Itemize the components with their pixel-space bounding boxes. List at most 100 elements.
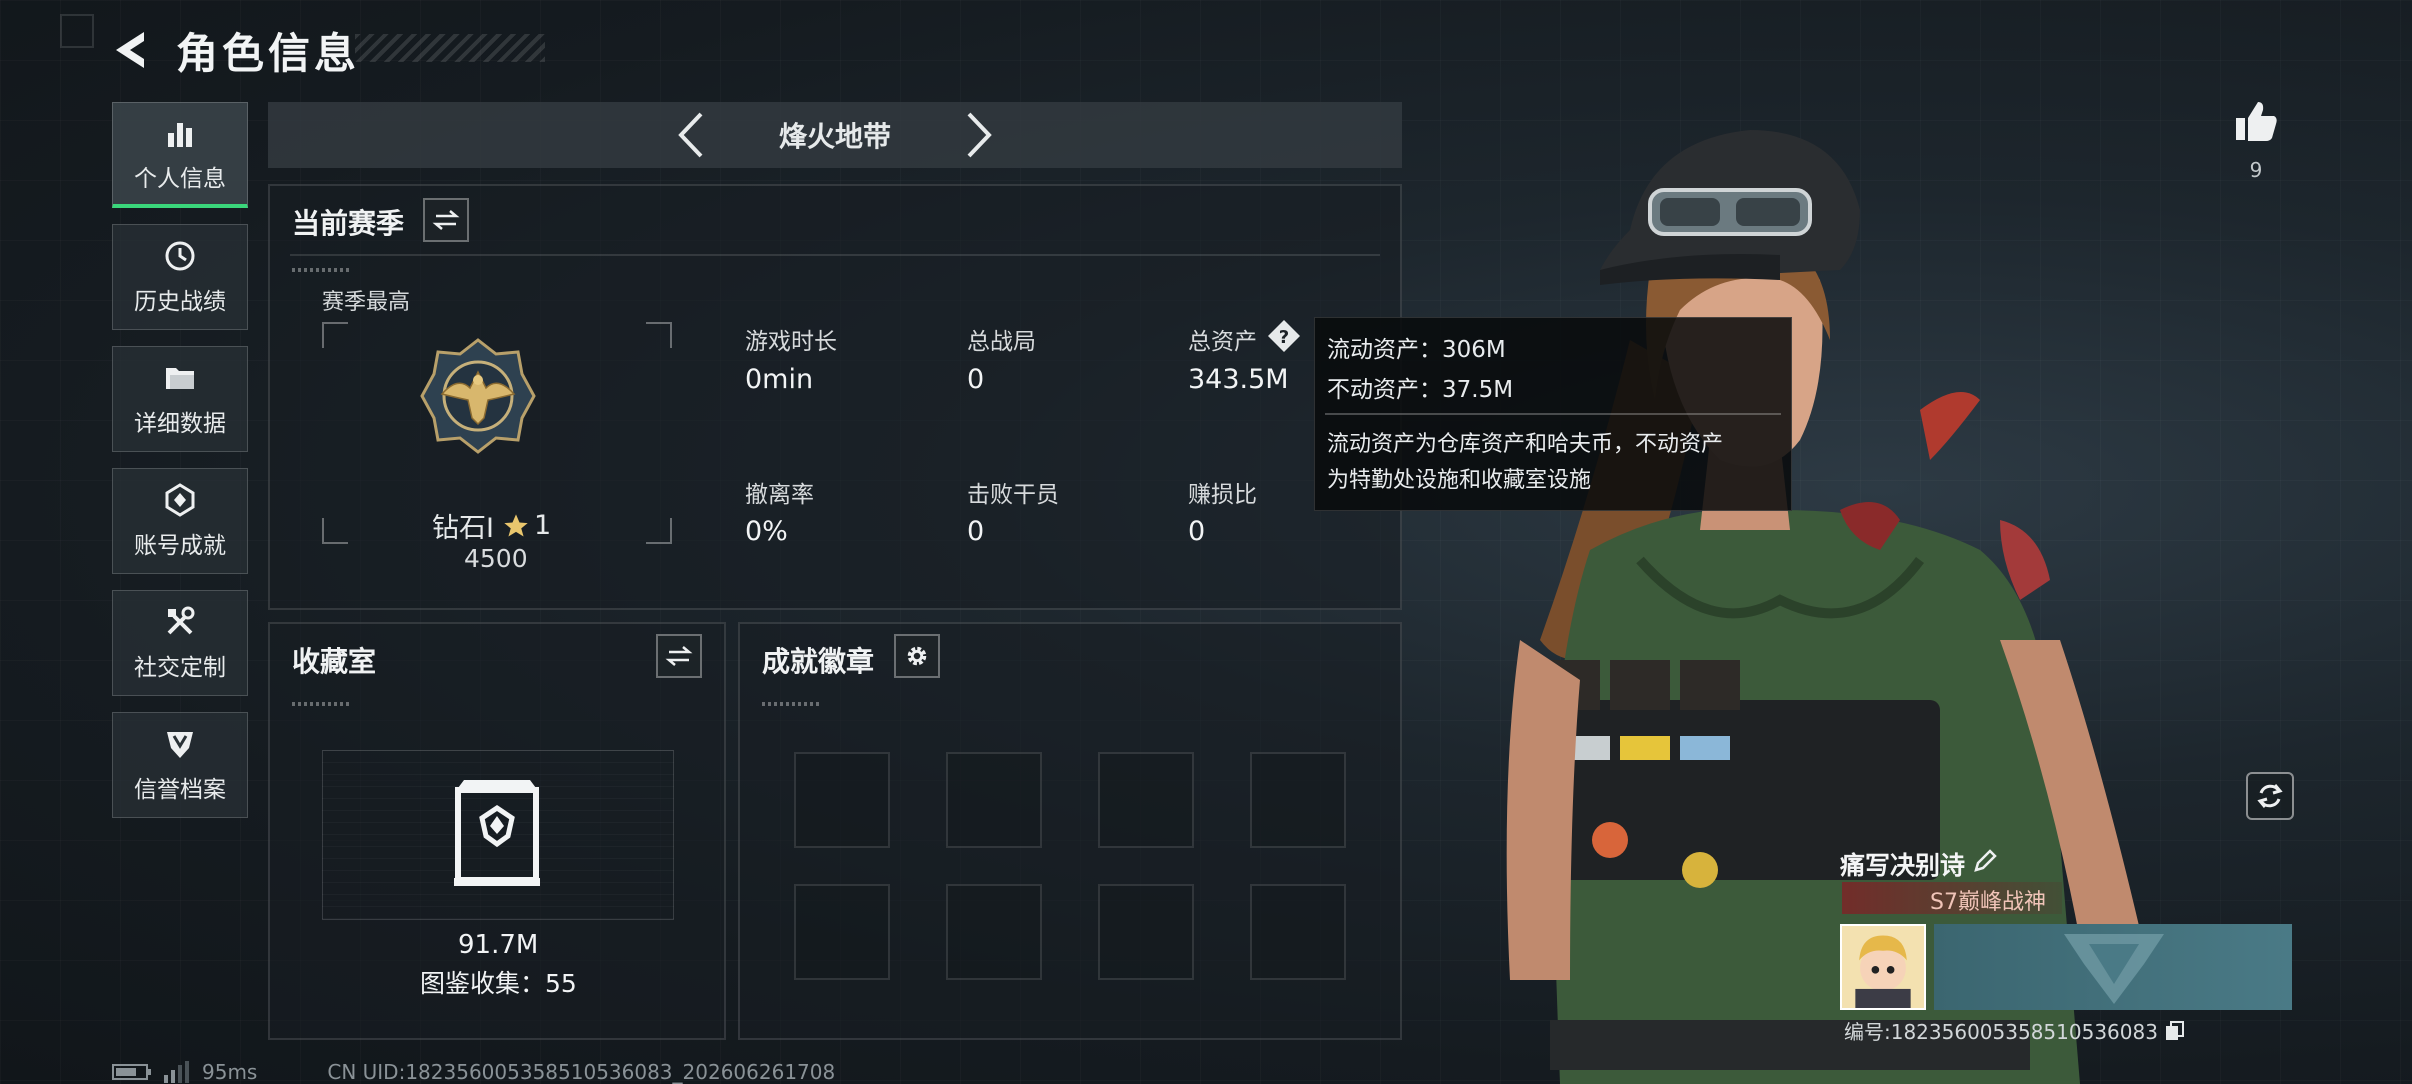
sidebar-item-label: 详细数据 — [134, 411, 226, 437]
avatar-image — [1842, 926, 1924, 1008]
collection-switch-button[interactable] — [656, 634, 702, 678]
avatar[interactable] — [1840, 924, 1926, 1010]
collection-title: 收藏室 — [292, 645, 377, 678]
swap-icon — [432, 210, 460, 230]
collection-vault-icon[interactable] — [452, 778, 542, 888]
player-card: 痛写决别诗 S7巅峰战神 编号:182356005358510536083 — [1838, 838, 2298, 1044]
copy-icon[interactable] — [2164, 1020, 2186, 1042]
sidebar-item-label: 信誉档案 — [134, 777, 226, 803]
badge-slot[interactable] — [1098, 752, 1194, 848]
refresh-icon — [2257, 784, 2283, 808]
rank-line: 钻石Ⅰ 1 — [432, 506, 551, 545]
sidebar-item-personal-info[interactable]: 个人信息 — [112, 102, 248, 208]
stat-value: 0min — [745, 364, 814, 395]
divider-decoration — [292, 702, 352, 706]
stat-label: 游戏时长 — [745, 329, 837, 355]
sidebar-item-credit-record[interactable]: 信誉档案 — [112, 712, 248, 818]
tooltip-desc-line1: 流动资产为仓库资产和哈夫币，不动资产 — [1327, 432, 1724, 457]
team-emblem-icon — [2064, 934, 2164, 1004]
shield-icon — [167, 732, 193, 758]
badge-slot[interactable] — [1250, 884, 1346, 980]
sidebar-item-detailed-data[interactable]: 详细数据 — [112, 346, 248, 452]
badge-slot[interactable] — [946, 884, 1042, 980]
like-widget[interactable]: 9 — [2228, 98, 2284, 182]
divider-decoration — [762, 702, 822, 706]
asset-tooltip: 流动资产：306M 不动资产：37.5M 流动资产为仓库资产和哈夫币，不动资产 … — [1314, 317, 1792, 511]
achievement-icon — [165, 483, 195, 517]
back-arrow-icon[interactable] — [110, 28, 154, 72]
badge-slot[interactable] — [946, 752, 1042, 848]
edit-icon[interactable] — [1972, 848, 1998, 874]
sidebar-item-label: 社交定制 — [134, 655, 226, 681]
player-name: 痛写决别诗 — [1840, 851, 1966, 880]
badges-settings-button[interactable] — [894, 634, 940, 678]
badges-title: 成就徽章 — [762, 645, 875, 678]
cn-uid: CN UID:182356005358510536083_20260626170… — [327, 1060, 836, 1084]
history-icon — [165, 241, 195, 271]
badge-slot[interactable] — [794, 752, 890, 848]
stat-label: 赚损比 — [1188, 482, 1257, 508]
badge-slot[interactable] — [1250, 752, 1346, 848]
folder-icon — [166, 368, 194, 389]
season-switch-button[interactable] — [423, 198, 469, 242]
divider-decoration — [292, 268, 352, 272]
mode-title: 烽火地带 — [778, 120, 891, 153]
player-title: S7巅峰战神 — [1930, 890, 2046, 915]
rank-emblem-icon — [420, 338, 536, 454]
stat-label: 撤离率 — [745, 482, 814, 508]
tooltip-divider — [1325, 413, 1781, 415]
ping-value: 95ms — [202, 1060, 258, 1084]
rank-name: 钻石Ⅰ — [432, 513, 494, 544]
stat-label: 总战局 — [967, 329, 1036, 355]
collection-count: 图鉴收集：55 — [420, 969, 577, 998]
swap-icon — [665, 646, 693, 666]
star-icon — [504, 513, 528, 536]
season-divider — [290, 254, 1380, 256]
stat-label: 总资产 — [1188, 329, 1257, 355]
tooltip-desc-line2: 为特勤处设施和收藏室设施 — [1327, 468, 1592, 493]
badge-slot[interactable] — [1098, 884, 1194, 980]
stat-value: 343.5M — [1188, 364, 1289, 395]
emblem-plate — [1934, 924, 2292, 1010]
collection-value: 91.7M — [458, 930, 539, 960]
sidebar-item-history[interactable]: 历史战绩 — [112, 224, 248, 330]
rotate-model-button[interactable] — [2246, 772, 2294, 820]
chevron-right-icon[interactable] — [961, 110, 997, 160]
chevron-left-icon[interactable] — [673, 110, 709, 160]
thumbs-up-icon[interactable] — [2232, 98, 2280, 146]
battery-icon — [112, 1064, 151, 1080]
svg-text:?: ? — [1279, 327, 1289, 348]
like-count: 9 — [2249, 158, 2263, 182]
mode-switcher: 烽火地带 — [268, 102, 1402, 168]
gear-icon — [907, 646, 927, 666]
sidebar-item-social-custom[interactable]: 社交定制 — [112, 590, 248, 696]
sidebar-item-label: 个人信息 — [134, 165, 226, 192]
sidebar-item-label: 历史战绩 — [134, 289, 226, 315]
signal-icon — [164, 1061, 189, 1083]
corner-decoration — [60, 14, 94, 48]
page-title: 角色信息 — [176, 28, 361, 78]
stat-label: 击败干员 — [967, 482, 1059, 508]
rank-stars: 1 — [533, 510, 552, 541]
help-icon[interactable]: ? — [1266, 318, 1302, 354]
stat-value: 0 — [967, 364, 985, 395]
sidebar-item-achievements[interactable]: 账号成就 — [112, 468, 248, 574]
liquid-assets: 流动资产：306M — [1327, 337, 1506, 363]
stat-value: 0 — [967, 516, 985, 547]
stat-value: 0% — [745, 516, 788, 547]
player-uid-line: 编号:182356005358510536083 — [1844, 1016, 2186, 1045]
season-panel-title: 当前赛季 — [292, 207, 405, 240]
sidebar: 个人信息 历史战绩 详细数据 账号成就 社交定制 信誉档案 — [112, 102, 250, 834]
sidebar-item-label: 账号成就 — [134, 533, 226, 559]
tools-icon — [167, 606, 195, 635]
title-decoration — [355, 34, 545, 62]
badge-slot[interactable] — [794, 884, 890, 980]
fixed-assets: 不动资产：37.5M — [1327, 377, 1514, 403]
stat-value: 0 — [1188, 516, 1206, 547]
bar-chart-icon — [168, 122, 192, 147]
rank-score: 4500 — [464, 544, 528, 573]
season-best-label: 赛季最高 — [322, 290, 411, 315]
page-header: 角色信息 — [110, 20, 360, 80]
player-uid: 编号:182356005358510536083 — [1844, 1020, 2158, 1044]
status-bar: 95ms CN UID:182356005358510536083_202606… — [112, 1060, 835, 1084]
